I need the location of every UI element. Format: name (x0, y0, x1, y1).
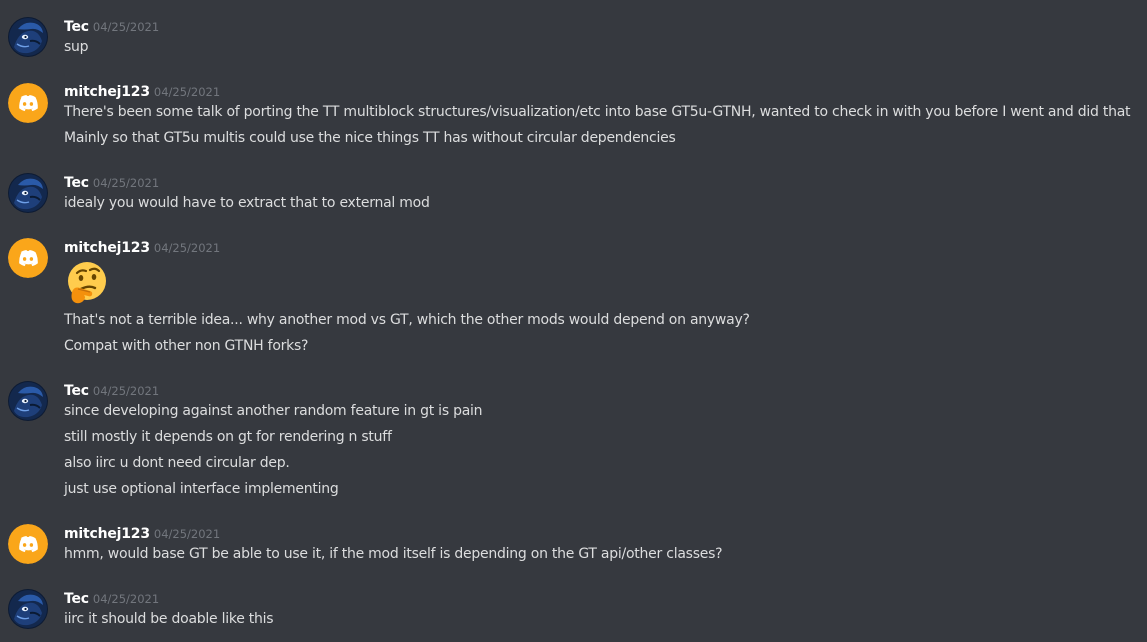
message-text: still mostly it depends on gt for render… (64, 429, 392, 445)
timestamp: 04/25/2021 (153, 85, 221, 99)
tec-avatar-icon[interactable] (8, 173, 48, 213)
timestamp: 04/25/2021 (92, 384, 160, 398)
message-text: just use optional interface implementing (64, 481, 339, 497)
chat-messages: Tec 04/25/2021 sup mitchej123 04/25/2021 T… (0, 0, 1147, 642)
username[interactable]: Tec (64, 383, 89, 399)
message-text: idealy you would have to extract that to… (64, 195, 430, 211)
message-text: iirc it should be doable like this (64, 611, 274, 627)
message-header: Tec 04/25/2021 (64, 380, 159, 400)
username[interactable]: Tec (64, 19, 89, 35)
message-text: That's not a terrible idea... why anothe… (64, 312, 750, 328)
tec-avatar-icon[interactable] (8, 589, 48, 629)
message-text: Compat with other non GTNH forks? (64, 338, 309, 354)
timestamp: 04/25/2021 (153, 241, 221, 255)
message-text: hmm, would base GT be able to use it, if… (64, 546, 723, 562)
username[interactable]: Tec (64, 175, 89, 191)
username[interactable]: Tec (64, 591, 89, 607)
username[interactable]: mitchej123 (64, 526, 150, 542)
discord-default-avatar-icon[interactable] (8, 83, 48, 123)
timestamp: 04/25/2021 (92, 20, 160, 34)
message-header: mitchej123 04/25/2021 (64, 523, 220, 543)
message-text: Mainly so that GT5u multis could use the… (64, 130, 676, 146)
timestamp: 04/25/2021 (92, 176, 160, 190)
message-header: mitchej123 04/25/2021 (64, 237, 220, 257)
message-text: also iirc u dont need circular dep. (64, 455, 290, 471)
message-header: Tec 04/25/2021 (64, 16, 159, 36)
message-text: since developing against another random … (64, 403, 483, 419)
message-text: There's been some talk of porting the TT… (64, 104, 1131, 120)
tec-avatar-icon[interactable] (8, 381, 48, 421)
tec-avatar-icon[interactable] (8, 17, 48, 57)
username[interactable]: mitchej123 (64, 84, 150, 100)
message-text: sup (64, 39, 89, 55)
timestamp: 04/25/2021 (153, 527, 221, 541)
username[interactable]: mitchej123 (64, 240, 150, 256)
discord-default-avatar-icon[interactable] (8, 524, 48, 564)
discord-default-avatar-icon[interactable] (8, 238, 48, 278)
thinking-face-icon[interactable] (64, 259, 112, 307)
message-header: mitchej123 04/25/2021 (64, 81, 220, 101)
message-header: Tec 04/25/2021 (64, 172, 159, 192)
timestamp: 04/25/2021 (92, 592, 160, 606)
message-header: Tec 04/25/2021 (64, 588, 159, 608)
